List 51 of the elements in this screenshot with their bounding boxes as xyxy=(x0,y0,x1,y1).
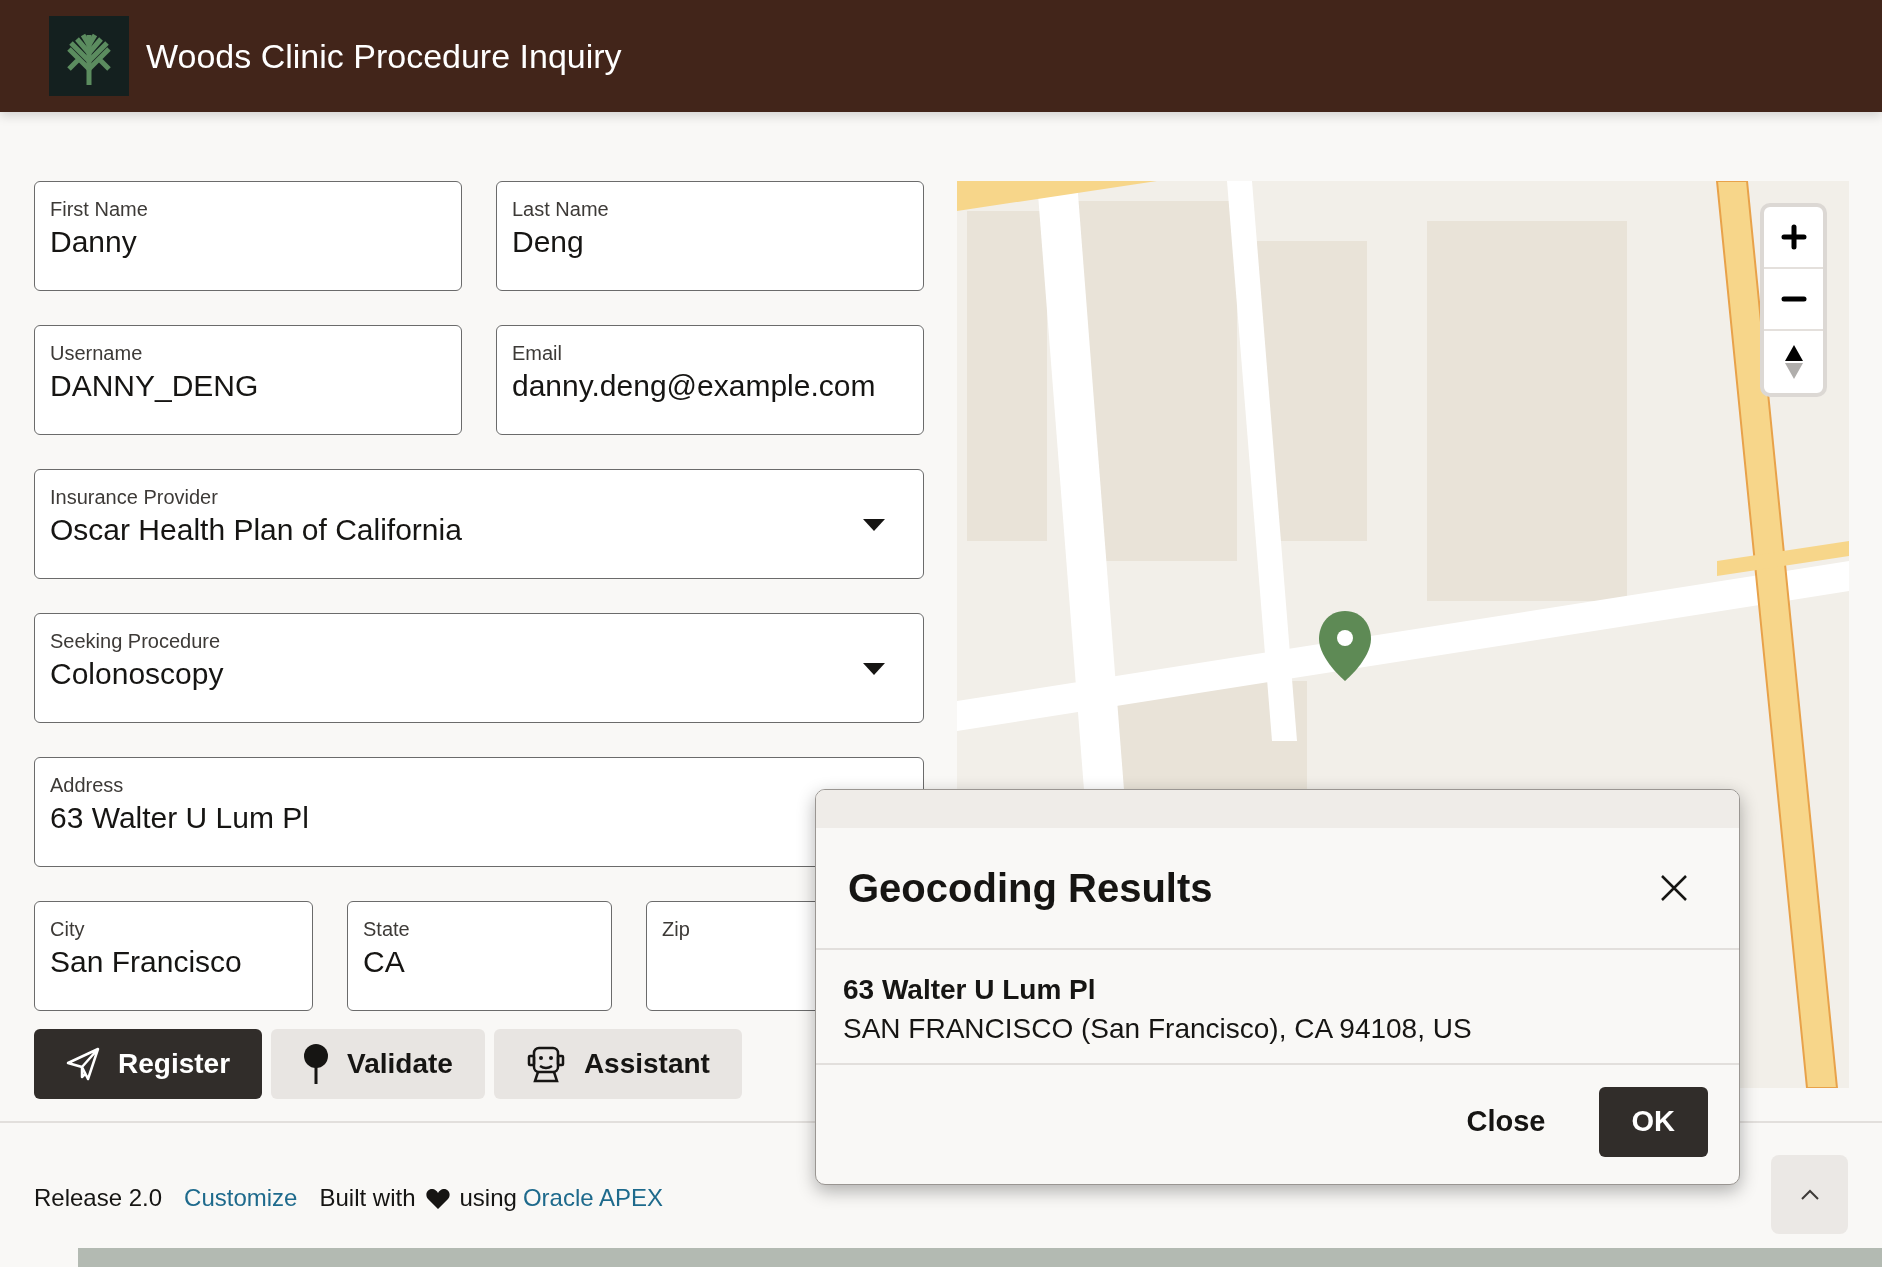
dropdown-caret-icon xyxy=(863,663,885,675)
oracle-apex-link[interactable]: Oracle APEX xyxy=(522,1180,663,1216)
input-field[interactable]: Username DANNY_DENG xyxy=(34,325,462,435)
field-value: Deng xyxy=(512,225,584,258)
field-value: Danny xyxy=(50,225,137,258)
input-field[interactable]: State CA xyxy=(347,901,612,1011)
field-label: First Name xyxy=(50,197,149,222)
field-label: City xyxy=(50,917,86,942)
pin-icon xyxy=(303,1044,330,1084)
minus-icon xyxy=(1780,296,1807,302)
input-field[interactable]: Address 63 Walter U Lum Pl xyxy=(34,757,924,867)
field-value: San Francisco xyxy=(50,945,242,978)
select-field[interactable]: Seeking Procedure Colonoscopy xyxy=(34,613,924,723)
field-value: danny.deng@example.com xyxy=(512,369,876,402)
field-value: Colonoscopy xyxy=(50,657,224,690)
paper-plane-icon xyxy=(66,1047,100,1081)
app-title: Woods Clinic Procedure Inquiry xyxy=(146,35,622,77)
robot-icon xyxy=(525,1044,566,1084)
plus-icon xyxy=(1780,224,1807,250)
customize-link[interactable]: Customize xyxy=(184,1180,298,1216)
field-value: 63 Walter U Lum Pl xyxy=(50,801,309,834)
input-field[interactable]: First Name Danny xyxy=(34,181,462,291)
dialog-button[interactable]: OK xyxy=(1598,1087,1708,1157)
input-field[interactable]: Email danny.deng@example.com xyxy=(496,325,924,435)
input-field[interactable]: City San Francisco xyxy=(34,901,313,1011)
action-button[interactable]: Register xyxy=(34,1029,263,1099)
heart-icon xyxy=(425,1187,450,1209)
result-detail: SAN FRANCISCO (San Francisco), CA 94108, US xyxy=(843,1012,1473,1047)
action-button[interactable]: Validate xyxy=(271,1029,485,1099)
using-text: using xyxy=(459,1183,517,1213)
compass-icon xyxy=(1784,345,1803,379)
chevron-up-icon xyxy=(1799,1188,1820,1201)
dropdown-caret-icon xyxy=(863,519,885,531)
field-label: Address xyxy=(50,773,125,798)
field-value: DANNY_DENG xyxy=(50,369,259,402)
field-label: Seeking Procedure xyxy=(50,629,222,654)
select-field[interactable]: Insurance Provider Oscar Health Plan of California xyxy=(34,469,924,579)
field-label: Last Name xyxy=(512,197,610,222)
release-text: Release 2.0 xyxy=(34,1183,163,1213)
field-value: Oscar Health Plan of California xyxy=(50,513,462,546)
close-icon xyxy=(1661,875,1687,901)
field-label: Insurance Provider xyxy=(50,485,219,510)
field-value: CA xyxy=(363,945,405,978)
field-label: Zip xyxy=(662,917,691,942)
field-label: State xyxy=(363,917,411,942)
field-label: Email xyxy=(512,341,563,366)
field-label: Username xyxy=(50,341,144,366)
action-button[interactable]: Assistant xyxy=(493,1029,742,1099)
dialog-button[interactable]: Close xyxy=(1433,1087,1579,1157)
built-with-text: Built with xyxy=(319,1183,416,1213)
input-field[interactable]: Last Name Deng xyxy=(496,181,924,291)
